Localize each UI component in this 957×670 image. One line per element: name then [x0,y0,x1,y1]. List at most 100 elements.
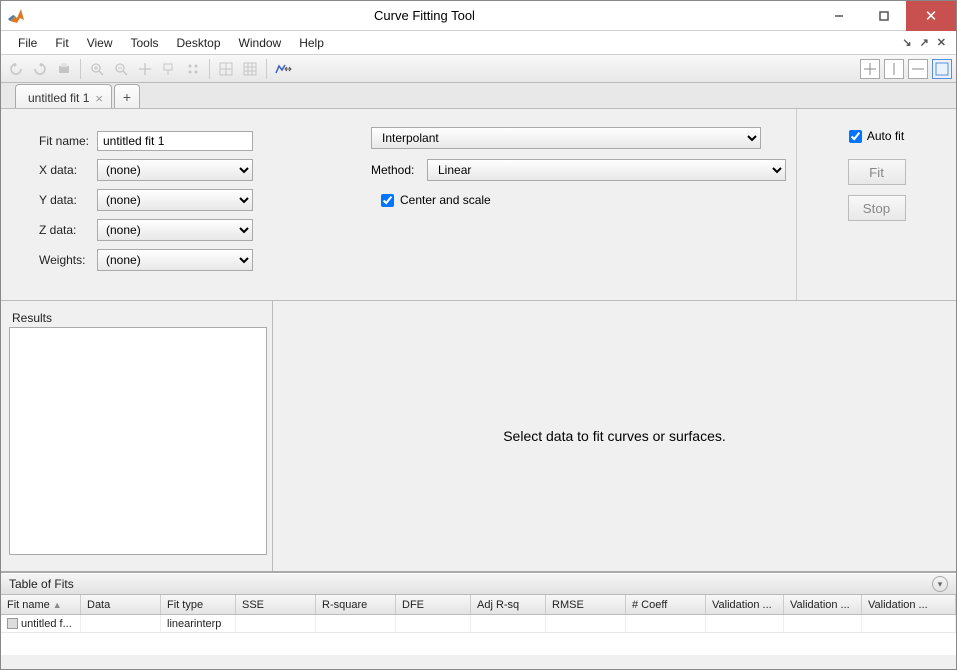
layout-quad-button[interactable] [860,59,880,79]
print-icon[interactable] [53,58,75,80]
fit-button[interactable]: Fit [848,159,906,185]
close-dock-icon[interactable]: ✕ [935,36,948,49]
row-checkbox-icon[interactable] [7,618,18,629]
x-data-select[interactable]: (none) [97,159,253,181]
z-data-label: Z data: [39,223,97,237]
data-cursor-icon[interactable] [158,58,180,80]
grid-icon[interactable] [215,58,237,80]
cell-adj-rsq [471,615,546,632]
menu-file[interactable]: File [9,33,46,53]
col-val3[interactable]: Validation ... [862,595,956,614]
fit-type-select[interactable]: Interpolant [371,127,761,149]
results-panel: Results [1,301,273,571]
tof-table: Fit name▲ Data Fit type SSE R-square DFE… [1,595,956,655]
tof-row[interactable]: untitled f... linearinterp [1,615,956,633]
y-data-select[interactable]: (none) [97,189,253,211]
cell-rsquare [316,615,396,632]
cell-sse [236,615,316,632]
method-select[interactable]: Linear [427,159,786,181]
z-data-select[interactable]: (none) [97,219,253,241]
col-sse[interactable]: SSE [236,595,316,614]
tabstrip: untitled fit 1 × + [1,83,956,109]
menu-desktop[interactable]: Desktop [168,33,230,53]
window-controls: ✕ [816,1,956,31]
menu-fit[interactable]: Fit [46,33,77,53]
table-of-fits: Table of Fits ▾ Fit name▲ Data Fit type … [1,571,956,655]
layout-hsplit-button[interactable] [908,59,928,79]
menu-window[interactable]: Window [230,33,291,53]
auto-fit-label: Auto fit [867,129,904,143]
center-scale-label: Center and scale [400,193,491,207]
results-row: Results Select data to fit curves or sur… [1,301,956,571]
col-coeff[interactable]: # Coeff [626,595,706,614]
config-right: Auto fit Fit Stop [796,109,956,300]
dock-controls: ↘ ↗ ✕ [900,36,948,49]
cell-data [81,615,161,632]
plot-panel: Select data to fit curves or surfaces. [273,301,956,571]
cell-fit-name: untitled f... [1,615,81,632]
fit-name-input[interactable] [97,131,253,151]
cell-val1 [706,615,784,632]
tof-blank-area [1,633,956,655]
titlebar: Curve Fitting Tool ✕ [1,1,956,31]
grid-dense-icon[interactable] [239,58,261,80]
menu-tools[interactable]: Tools [121,33,167,53]
col-dfe[interactable]: DFE [396,595,471,614]
cell-val3 [862,615,956,632]
tof-columns: Fit name▲ Data Fit type SSE R-square DFE… [1,595,956,615]
maximize-button[interactable] [861,1,906,31]
menu-view[interactable]: View [78,33,122,53]
col-val2[interactable]: Validation ... [784,595,862,614]
rotate-left-icon[interactable] [5,58,27,80]
minimize-button[interactable] [816,1,861,31]
tof-title: Table of Fits [9,577,74,591]
cell-rmse [546,615,626,632]
col-adj-rsq[interactable]: Adj R-sq [471,595,546,614]
sort-asc-icon: ▲ [53,600,62,610]
col-data[interactable]: Data [81,595,161,614]
rotate-right-icon[interactable] [29,58,51,80]
auto-fit-checkbox[interactable] [849,130,862,143]
layout-vsplit-button[interactable] [884,59,904,79]
results-textbox[interactable] [9,327,267,555]
y-data-label: Y data: [39,193,97,207]
cell-fit-type: linearinterp [161,615,236,632]
tof-minimize-icon[interactable]: ▾ [932,576,948,592]
col-rmse[interactable]: RMSE [546,595,626,614]
cell-val2 [784,615,862,632]
center-scale-checkbox[interactable] [381,194,394,207]
weights-select[interactable]: (none) [97,249,253,271]
cell-coeff [626,615,706,632]
x-data-label: X data: [39,163,97,177]
stop-button[interactable]: Stop [848,195,906,221]
col-fit-name[interactable]: Fit name▲ [1,595,81,614]
exclude-icon[interactable] [182,58,204,80]
main-panel: Fit name: X data: (none) Y data: (none) … [1,109,956,571]
fit-name-label: Fit name: [39,134,97,148]
tof-header: Table of Fits ▾ [1,573,956,595]
config-row: Fit name: X data: (none) Y data: (none) … [1,109,956,301]
close-button[interactable]: ✕ [906,1,956,31]
tab-fit[interactable]: untitled fit 1 × [15,84,112,108]
layout-single-button[interactable] [932,59,952,79]
zoom-out-icon[interactable] [110,58,132,80]
cell-dfe [396,615,471,632]
tab-close-icon[interactable]: × [95,91,103,106]
col-rsquare[interactable]: R-square [316,595,396,614]
zoom-in-icon[interactable] [86,58,108,80]
col-val1[interactable]: Validation ... [706,595,784,614]
axes-limits-icon[interactable] [272,58,294,80]
undock-icon[interactable]: ↘ [900,36,913,49]
results-label: Results [12,311,264,325]
weights-label: Weights: [39,253,97,267]
col-fit-type[interactable]: Fit type [161,595,236,614]
tab-add-button[interactable]: + [114,84,140,108]
config-left: Fit name: X data: (none) Y data: (none) … [1,109,361,300]
method-label: Method: [371,163,427,177]
window-title: Curve Fitting Tool [33,8,816,23]
maximize-dock-icon[interactable]: ↗ [918,36,931,49]
pan-icon[interactable] [134,58,156,80]
tab-label: untitled fit 1 [28,91,89,105]
plot-placeholder-text: Select data to fit curves or surfaces. [503,428,726,444]
menu-help[interactable]: Help [290,33,333,53]
